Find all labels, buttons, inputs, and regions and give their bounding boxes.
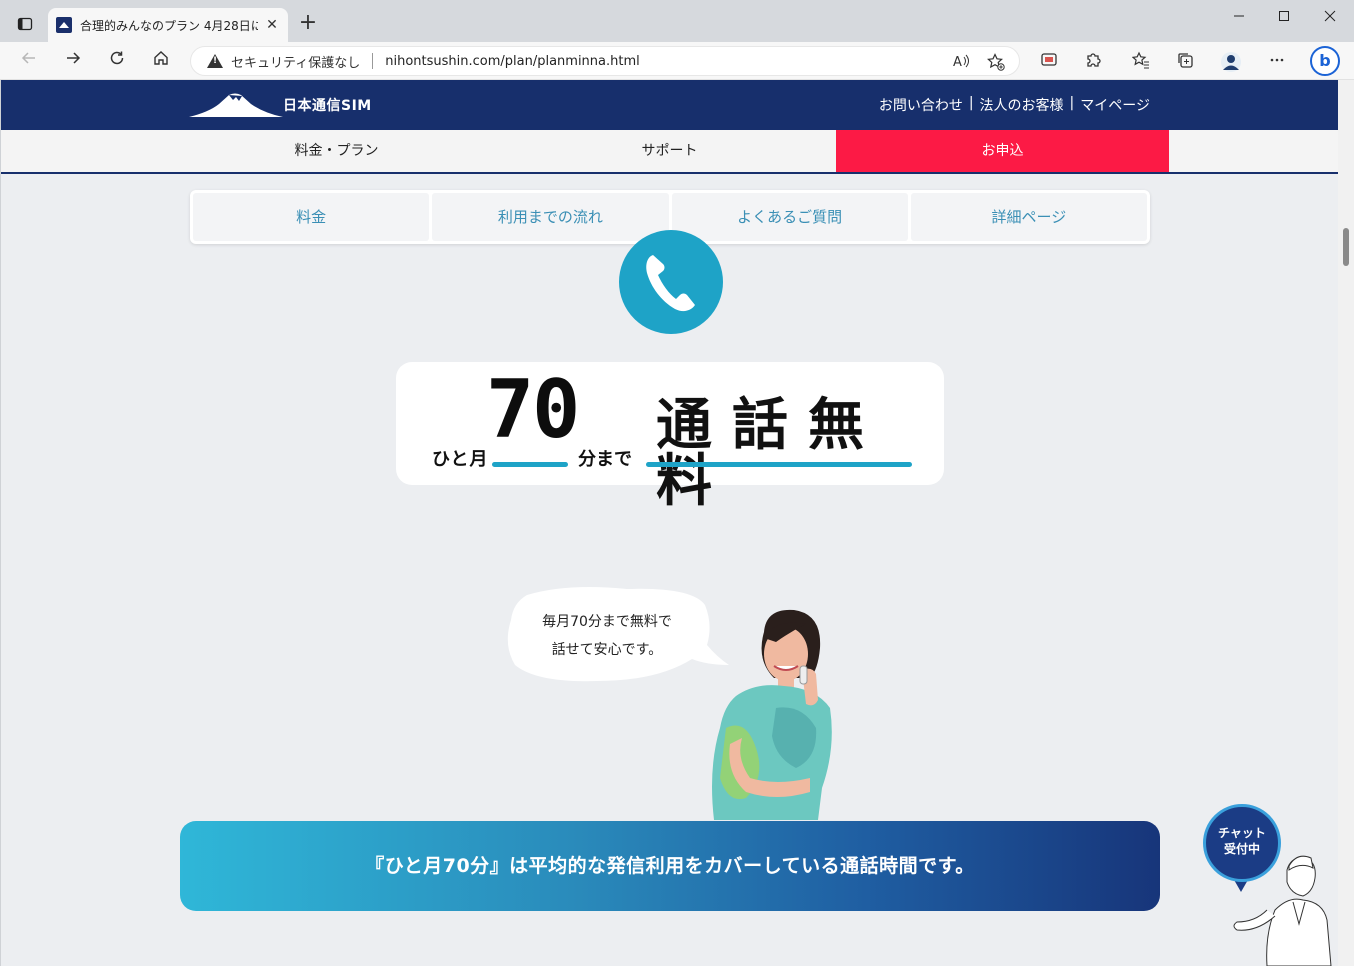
info-banner: 『ひと月70分』は平均的な発信利用をカバーしている通話時間です。 [180, 821, 1160, 911]
minutes-number: 70 [486, 363, 580, 456]
subnav-item-flow[interactable]: 利用までの流れ [432, 193, 669, 241]
mountain-logo-icon [189, 93, 283, 117]
read-aloud-icon[interactable]: A [953, 53, 971, 73]
hito-tsuki-label: ひと月 [432, 449, 489, 470]
contact-link[interactable]: お問い合わせ [879, 95, 963, 115]
nav-item-apply[interactable]: お申込 [836, 130, 1169, 172]
back-arrow-icon[interactable] [16, 49, 42, 73]
speech-bubble: 毎月70分まで無料で 話せて安心です。 [507, 585, 729, 683]
security-label[interactable]: セキュリティ保護なし [231, 52, 360, 71]
forward-arrow-icon[interactable] [60, 49, 86, 73]
subnav-item-faq[interactable]: よくあるご質問 [671, 193, 908, 241]
address-divider [372, 53, 374, 69]
bing-chat-icon[interactable]: b [1310, 46, 1340, 76]
chat-badge-button[interactable]: チャット 受付中 [1203, 804, 1281, 882]
browser-tabstrip: 合理的みんなのプラン 4月28日に大 ✕ + [0, 0, 1354, 42]
speech-line-1: 毎月70分まで無料で [542, 614, 672, 630]
minimize-icon[interactable] [1224, 10, 1254, 26]
site-favicon-icon [56, 17, 72, 33]
corporate-link[interactable]: 法人のお客様 [980, 95, 1064, 115]
main-nav: 料金・プラン サポート お申込 [1, 130, 1338, 174]
svg-text:A: A [953, 55, 962, 69]
speech-line-2: 話せて安心です。 [551, 642, 663, 658]
chat-status-label: 受付中 [1223, 842, 1260, 856]
collections-icon[interactable] [1174, 51, 1196, 71]
tab-title: 合理的みんなのプラン 4月28日に大 [80, 18, 258, 33]
subnav-item-details[interactable]: 詳細ページ [910, 193, 1147, 241]
chat-label: チャット [1218, 826, 1266, 840]
mypage-link[interactable]: マイページ [1080, 95, 1150, 115]
profile-avatar-icon[interactable] [1220, 51, 1242, 72]
subnav-item-pricing[interactable]: 料金 [193, 193, 430, 241]
browser-toolbar: セキュリティ保護なし nihontsushin.com/plan/planmin… [0, 42, 1354, 80]
site-logo[interactable]: 日本通信SIM [189, 92, 372, 118]
tab-close-icon[interactable]: ✕ [264, 17, 280, 33]
woman-on-phone-illustration [712, 609, 832, 820]
nav-item-pricing-plan[interactable]: 料金・プラン [170, 130, 503, 172]
link-separator: | [968, 95, 974, 111]
extensions-puzzle-icon[interactable] [1082, 51, 1104, 71]
page-scrollbar[interactable] [1338, 80, 1354, 966]
maximize-icon[interactable] [1269, 10, 1299, 26]
app-available-icon[interactable] [1038, 51, 1060, 71]
link-separator: | [1069, 95, 1075, 111]
add-favorite-star-icon[interactable] [987, 53, 1005, 75]
home-icon[interactable] [148, 49, 174, 73]
site-header: 日本通信SIM お問い合わせ | 法人のお客様 | マイページ [1, 80, 1338, 130]
free-call-underline [646, 462, 912, 467]
made-label: 分まで [578, 449, 632, 470]
refresh-icon[interactable] [104, 49, 130, 73]
address-bar[interactable]: セキュリティ保護なし nihontsushin.com/plan/planmin… [190, 46, 1020, 76]
nav-item-support[interactable]: サポート [503, 130, 836, 172]
scrollbar-thumb[interactable] [1343, 228, 1349, 266]
phone-handset-icon [646, 255, 695, 312]
free-call-card: ひと月 70 分まで 通話無料 [396, 362, 944, 510]
logo-text: 日本通信SIM [283, 98, 372, 114]
favorites-icon[interactable] [1130, 51, 1152, 71]
page-viewport: 日本通信SIM お問い合わせ | 法人のお客様 | マイページ 料金・プラン サ… [1, 80, 1338, 966]
new-tab-button[interactable]: + [296, 12, 320, 34]
url-text[interactable]: nihontsushin.com/plan/planminna.html [385, 54, 640, 69]
free-call-heading: 通話無料 [656, 393, 884, 514]
minutes-underline [492, 462, 568, 467]
browser-tab-active[interactable]: 合理的みんなのプラン 4月28日に大 ✕ [48, 8, 288, 42]
tab-actions-icon[interactable] [12, 12, 38, 36]
not-secure-warning-icon[interactable] [207, 54, 223, 68]
phone-circle [619, 230, 723, 334]
header-links: お問い合わせ | 法人のお客様 | マイページ [879, 95, 1150, 115]
more-menu-icon[interactable] [1266, 51, 1288, 71]
speech-bubble-text: 毎月70分まで無料で 話せて安心です。 [507, 608, 707, 664]
close-window-icon[interactable] [1315, 10, 1345, 26]
